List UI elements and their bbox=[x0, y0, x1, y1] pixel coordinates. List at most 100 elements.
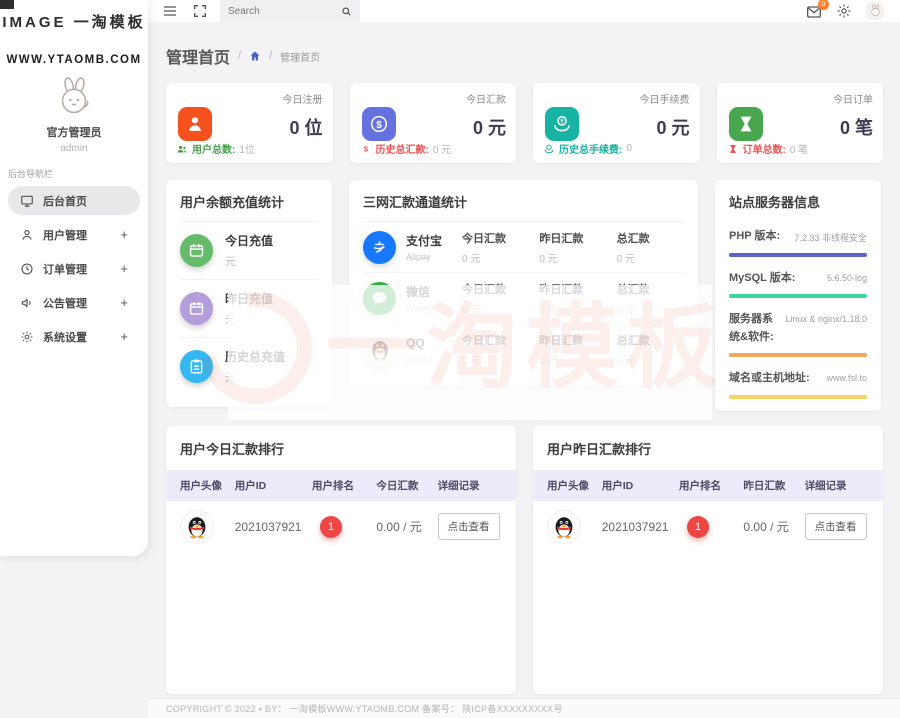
breadcrumb-separator: / bbox=[238, 50, 241, 62]
server-info-item: 域名或主机地址: www.fsl.to bbox=[729, 370, 867, 399]
hourglass-icon bbox=[729, 107, 763, 141]
server-info-item: 服务器系统&软件: Linux & nginx/1.18.0 bbox=[729, 311, 867, 357]
recharge-row-value: 元 bbox=[225, 311, 273, 327]
channel-col-header: 今日汇款 bbox=[462, 281, 529, 297]
channel-name: 支付宝 bbox=[406, 233, 452, 250]
column-header: 今日汇款 bbox=[376, 478, 437, 493]
rabbit-icon bbox=[868, 4, 883, 19]
search-box[interactable] bbox=[220, 0, 360, 22]
column-header: 昨日汇款 bbox=[743, 478, 804, 493]
copyright-text: COPYRIGHT © 2022 ▪ BY： 一淘模板WWW.YTAOMB.CO… bbox=[166, 702, 563, 715]
clipboard-history-icon bbox=[180, 350, 213, 383]
home-icon[interactable] bbox=[249, 50, 261, 62]
channel-name: QQ bbox=[406, 335, 452, 352]
sidebar-item-label: 系统设置 bbox=[43, 329, 87, 345]
stat-card-remittance-today: 今日汇款 $ 0 元 $ 历史总汇款: 0 元 bbox=[350, 83, 517, 163]
server-info-panel: 站点服务器信息 PHP 版本: 7.2.33 非线程安全 MySQL 版本: 5… bbox=[715, 180, 881, 411]
channel-col-header: 昨日汇款 bbox=[539, 230, 606, 246]
sidebar-item-settings[interactable]: 系统设置 + bbox=[8, 322, 140, 351]
settings-gear-icon[interactable] bbox=[836, 3, 852, 19]
sidebar-item-label: 订单管理 bbox=[43, 261, 87, 277]
column-header: 详细记录 bbox=[805, 478, 869, 493]
view-details-button[interactable]: 点击查看 bbox=[805, 513, 867, 540]
server-item-label: PHP 版本: bbox=[729, 228, 780, 246]
server-item-label: 域名或主机地址: bbox=[729, 370, 810, 388]
channel-name: 微信 bbox=[406, 284, 452, 301]
qq-penguin-icon bbox=[363, 333, 396, 366]
alipay-icon bbox=[363, 231, 396, 264]
table-row: 2021037921 1 0.00 / 元 点击查看 bbox=[533, 501, 883, 553]
expand-plus-icon[interactable]: + bbox=[120, 261, 128, 276]
recharge-row-label: 历史总充值 bbox=[225, 348, 285, 365]
admin-name: 官方管理员 bbox=[0, 124, 148, 140]
stat-card-registrations: 今日注册 0 位 用户总数: 1位 bbox=[166, 83, 333, 163]
server-info-item: PHP 版本: 7.2.33 非线程安全 bbox=[729, 228, 867, 257]
stat-period-label: 今日注册 bbox=[283, 91, 323, 106]
today-rank-table: 用户今日汇款排行 用户头像 用户ID 用户排名 今日汇款 详细记录 202103… bbox=[166, 426, 516, 694]
channels-stats-panel: 三网汇款通道统计 支付宝 Alipay 今日汇款0 元 昨日汇款0 元 总汇款0… bbox=[349, 180, 698, 386]
panel-title: 用户余额充值统计 bbox=[180, 192, 318, 222]
user-icon bbox=[20, 228, 34, 242]
amount-cell: 0.00 / 元 bbox=[743, 518, 804, 535]
column-header: 用户排名 bbox=[679, 478, 743, 493]
stat-total: $ 历史总汇款: 0 元 bbox=[360, 141, 452, 156]
stat-value: 0 元 bbox=[473, 114, 506, 140]
qq-avatar bbox=[180, 510, 214, 544]
table-title: 用户昨日汇款排行 bbox=[533, 426, 883, 470]
recharge-row-value: 元 bbox=[225, 369, 285, 385]
menu-toggle-icon[interactable] bbox=[162, 3, 178, 19]
search-icon[interactable] bbox=[341, 6, 352, 17]
sidebar-item-label: 公告管理 bbox=[43, 295, 87, 311]
site-url: WWW.YTAOMB.COM bbox=[0, 54, 148, 66]
channel-row-qq: QQ Qqpay 今日汇款0 元 昨日汇款0 元 总汇款0 元 bbox=[363, 324, 684, 374]
stat-total-value: 1位 bbox=[239, 141, 255, 156]
monitor-icon bbox=[20, 194, 34, 208]
sidebar: IMAGE 一淘模板 WWW.YTAOMB.COM 官方管理员 admin 后台… bbox=[0, 0, 148, 556]
list-item: 历史总充值 元 bbox=[180, 338, 318, 395]
user-avatar-button[interactable] bbox=[866, 2, 884, 20]
expand-plus-icon[interactable]: + bbox=[120, 227, 128, 242]
sidebar-item-dashboard[interactable]: 后台首页 bbox=[8, 186, 140, 215]
column-header: 用户头像 bbox=[547, 478, 602, 493]
speaker-icon bbox=[20, 296, 34, 310]
rank-badge: 1 bbox=[320, 516, 342, 538]
channel-row-alipay: 支付宝 Alipay 今日汇款0 元 昨日汇款0 元 总汇款0 元 bbox=[363, 222, 684, 273]
table-row: 2021037921 1 0.00 / 元 点击查看 bbox=[166, 501, 516, 553]
sidebar-item-users[interactable]: 用户管理 + bbox=[8, 220, 140, 249]
breadcrumb-current[interactable]: 管理首页 bbox=[280, 49, 320, 64]
server-info-item: MySQL 版本: 5.6.50-log bbox=[729, 270, 867, 299]
channel-col-value: 0 元 bbox=[617, 250, 684, 265]
view-details-button[interactable]: 点击查看 bbox=[438, 513, 500, 540]
sidebar-item-orders[interactable]: 订单管理 + bbox=[8, 254, 140, 283]
gear-icon bbox=[20, 330, 34, 344]
users-icon bbox=[176, 143, 188, 155]
channel-col-header: 总汇款 bbox=[617, 332, 684, 348]
channel-col-header: 昨日汇款 bbox=[539, 281, 606, 297]
column-header: 用户头像 bbox=[180, 478, 235, 493]
user-id-cell: 2021037921 bbox=[602, 520, 679, 534]
channel-col-header: 今日汇款 bbox=[462, 230, 529, 246]
stat-total-label: 订单总数: bbox=[743, 141, 786, 156]
calendar-yesterday-icon bbox=[180, 292, 213, 325]
stat-card-fees-today: 今日手续费 0 元 历史总手续费: 0 bbox=[533, 83, 700, 163]
sidebar-item-label: 用户管理 bbox=[43, 227, 87, 243]
coin-deposit-icon bbox=[543, 143, 555, 155]
stat-total: 历史总手续费: 0 bbox=[543, 141, 632, 156]
breadcrumb: 管理首页 / / 管理首页 bbox=[166, 44, 883, 68]
stat-total-label: 历史总汇款: bbox=[376, 141, 429, 156]
expand-plus-icon[interactable]: + bbox=[120, 329, 128, 344]
sidebar-item-announcements[interactable]: 公告管理 + bbox=[8, 288, 140, 317]
main-content: 管理首页 / / 管理首页 今日注册 0 位 用户总数: 1位 今日汇款 $ 0… bbox=[148, 22, 900, 718]
expand-plus-icon[interactable]: + bbox=[120, 295, 128, 310]
mail-button[interactable]: 0 bbox=[806, 4, 822, 18]
rank-badge: 1 bbox=[687, 516, 709, 538]
search-input[interactable] bbox=[228, 6, 328, 17]
channel-subname: Alipay bbox=[406, 252, 452, 262]
table-header-row: 用户头像 用户ID 用户排名 昨日汇款 详细记录 bbox=[533, 470, 883, 501]
recharge-stats-panel: 用户余额充值统计 今日充值 元 昨日充值 元 bbox=[166, 180, 332, 407]
admin-role: admin bbox=[0, 143, 148, 154]
channel-row-wechat: 微信 Wxpay 今日汇款0 元 昨日汇款0 元 总汇款0 元 bbox=[363, 273, 684, 324]
recharge-row-value: 元 bbox=[225, 253, 273, 269]
list-item: 昨日充值 元 bbox=[180, 280, 318, 338]
fullscreen-icon[interactable] bbox=[192, 3, 208, 19]
